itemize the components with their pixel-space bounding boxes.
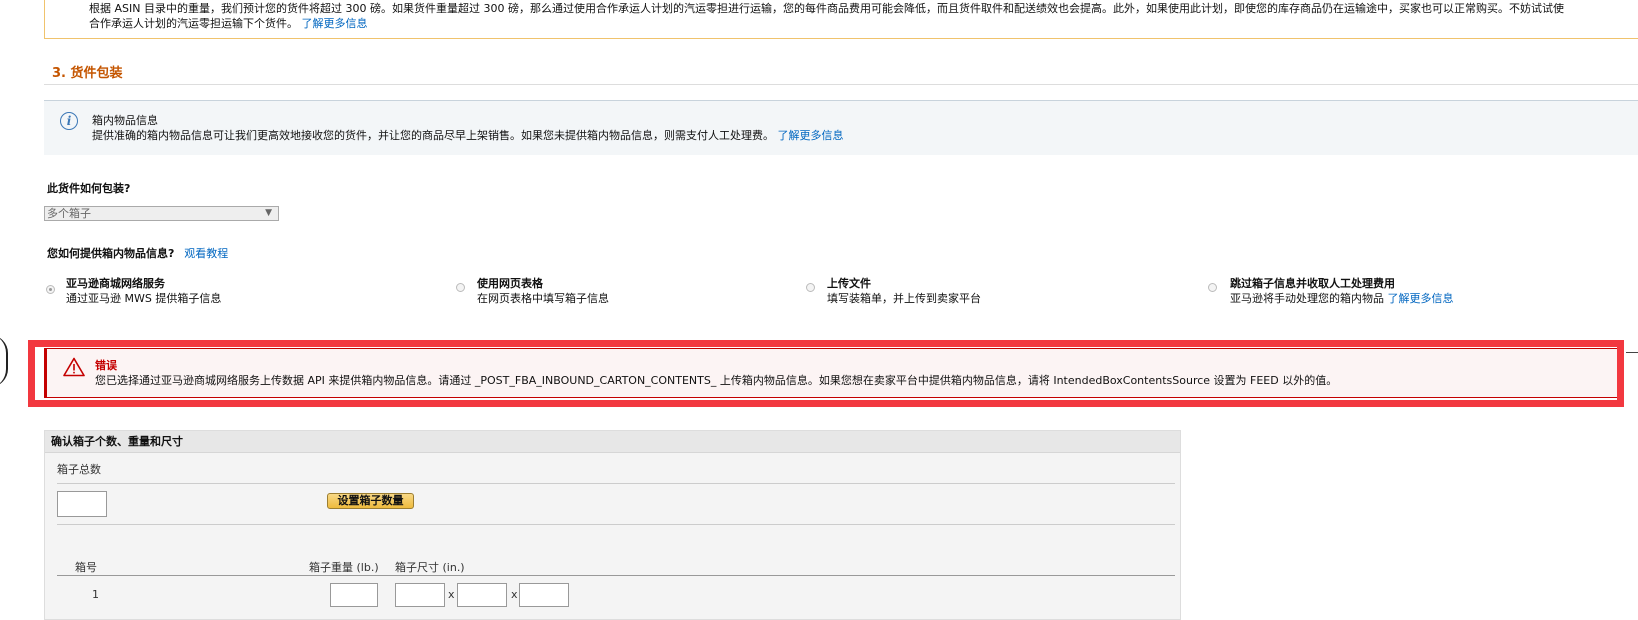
box-length-input[interactable] (395, 583, 445, 607)
side-scroll-mark (0, 335, 8, 387)
option-upload-title: 上传文件 (827, 277, 871, 290)
advisory-line-1: 根据 ASIN 目录中的重量，我们预计您的货件将超过 300 磅。如果货件重量超… (89, 2, 1564, 15)
box-details-header: 确认箱子个数、重量和尺寸 (45, 431, 1180, 453)
table-header-divider (57, 575, 1175, 576)
watch-tutorial-link[interactable]: 观看教程 (184, 247, 228, 260)
box-contents-info-box: i 箱内物品信息 提供准确的箱内物品信息可让我们更高效地接收您的货件，并让您的商… (44, 100, 1638, 155)
box-width-input[interactable] (457, 583, 507, 607)
box-count-label: 箱子总数 (57, 463, 101, 476)
packing-question: 此货件如何包装? (47, 182, 131, 195)
contents-question: 您如何提供箱内物品信息? (47, 247, 175, 260)
info-text: 提供准确的箱内物品信息可让我们更高效地接收您的货件，并让您的商品尽早上架销售。如… (92, 129, 774, 142)
advisory-learn-more-link[interactable]: 了解更多信息 (302, 17, 368, 30)
option-web-form-title: 使用网页表格 (477, 277, 543, 290)
info-text-line: 提供准确的箱内物品信息可让我们更高效地接收您的货件，并让您的商品尽早上架销售。如… (92, 127, 844, 143)
dimension-separator: x (511, 588, 518, 601)
option-skip-desc: 亚马逊将手动处理您的箱内物品 (1230, 292, 1384, 305)
error-highlight-frame (28, 340, 1624, 407)
radio-upload-file[interactable] (806, 283, 815, 292)
col-box-dimensions: 箱子尺寸 (in.) (395, 561, 465, 574)
option-skip-desc-line: 亚马逊将手动处理您的箱内物品 了解更多信息 (1230, 290, 1454, 306)
advisory-line-2: 合作承运人计划的汽运零担运输下个货件。 (89, 17, 298, 30)
box-weight-input[interactable] (330, 583, 378, 607)
set-box-count-button[interactable]: 设置箱子数量 (327, 493, 414, 509)
option-skip-learn-more-link[interactable]: 了解更多信息 (1388, 292, 1454, 305)
box-count-input[interactable] (57, 491, 107, 517)
option-upload-desc: 填写装箱单，并上传到卖家平台 (827, 292, 981, 305)
option-mws-desc: 通过亚马逊 MWS 提供箱子信息 (66, 292, 222, 305)
box-details-panel: 确认箱子个数、重量和尺寸 箱子总数 设置箱子数量 箱号 箱子重量 (lb.) 箱… (44, 430, 1181, 620)
contents-question-line: 您如何提供箱内物品信息? 观看教程 (47, 245, 228, 261)
info-title: 箱内物品信息 (92, 114, 158, 127)
radio-web-form[interactable] (456, 283, 465, 292)
chevron-down-icon: ▼ (265, 208, 272, 218)
option-skip-title: 跳过箱子信息并收取人工处理费用 (1230, 277, 1395, 290)
option-mws-title: 亚马逊商城网络服务 (66, 277, 165, 290)
panel-divider (57, 524, 1175, 525)
option-web-form-desc: 在网页表格中填写箱子信息 (477, 292, 609, 305)
panel-divider (57, 483, 1175, 484)
info-learn-more-link[interactable]: 了解更多信息 (778, 129, 844, 142)
col-box-weight: 箱子重量 (lb.) (309, 561, 379, 574)
box-row-number: 1 (92, 588, 99, 601)
edge-divider (1626, 352, 1638, 353)
box-height-input[interactable] (519, 583, 569, 607)
packing-type-select[interactable]: 多个箱子 ▼ (44, 206, 279, 221)
col-box-number: 箱号 (75, 561, 97, 574)
radio-skip-box-info[interactable] (1208, 283, 1217, 292)
radio-mws[interactable] (46, 285, 55, 294)
packing-type-value: 多个箱子 (47, 207, 91, 220)
section-divider (44, 84, 1638, 85)
section-title-packing: 3. 货件包装 (52, 66, 123, 81)
ltl-advisory-note: 根据 ASIN 目录中的重量，我们预计您的货件将超过 300 磅。如果货件重量超… (44, 0, 1638, 39)
info-icon: i (60, 112, 78, 130)
dimension-separator: x (448, 588, 455, 601)
